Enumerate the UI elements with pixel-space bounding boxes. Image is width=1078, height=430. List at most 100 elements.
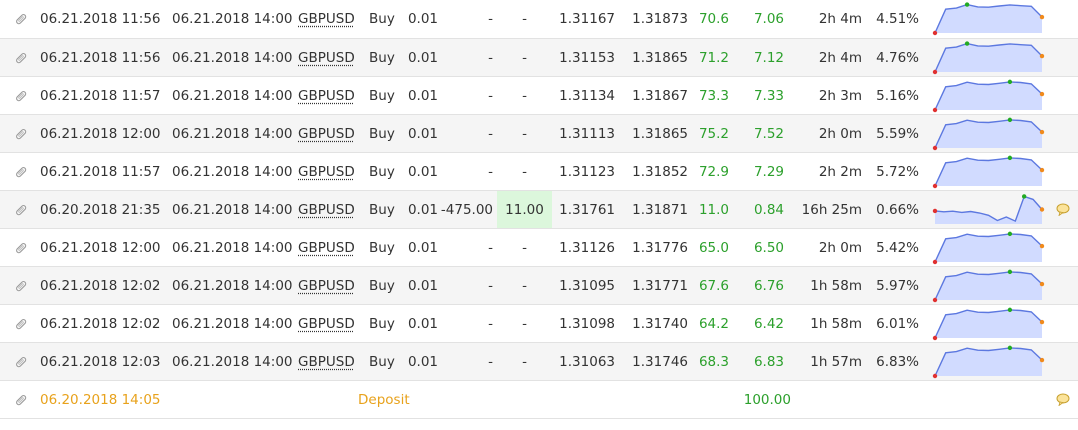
paperclip-icon[interactable] bbox=[12, 77, 30, 114]
paperclip-icon[interactable] bbox=[12, 305, 30, 342]
deposit-row[interactable]: 06.20.2018 14:05 Deposit 100.00 bbox=[0, 381, 1078, 419]
open-price: 1.31113 bbox=[559, 125, 615, 142]
lots: 0.01 bbox=[407, 239, 438, 256]
paperclip-icon[interactable] bbox=[12, 39, 30, 76]
paperclip-icon[interactable] bbox=[12, 153, 30, 190]
close-date: 06.21.2018 14:00 bbox=[172, 163, 293, 180]
lots: 0.01 bbox=[407, 163, 438, 180]
sparkline-peak-point bbox=[964, 40, 970, 46]
open-price: 1.31123 bbox=[559, 163, 615, 180]
paperclip-icon[interactable] bbox=[12, 267, 30, 304]
pips: 68.3 bbox=[698, 353, 729, 370]
open-price: 1.31126 bbox=[559, 239, 615, 256]
pips: 64.2 bbox=[698, 315, 729, 332]
comment-bubble-icon[interactable] bbox=[1056, 203, 1070, 216]
trade-sparkline bbox=[932, 305, 1045, 342]
open-date: 06.21.2018 11:57 bbox=[40, 163, 161, 180]
comment-cell bbox=[1055, 191, 1071, 228]
table-row[interactable]: 06.21.2018 12:02 06.21.2018 14:00 GBPUSD… bbox=[0, 305, 1078, 343]
take-profit: - bbox=[522, 49, 527, 66]
symbol-link[interactable]: GBPUSD bbox=[298, 77, 355, 114]
trade-sparkline bbox=[932, 343, 1045, 380]
gain: 6.83% bbox=[876, 353, 919, 370]
action: Buy bbox=[369, 315, 395, 332]
paperclip-icon[interactable] bbox=[12, 343, 30, 380]
stop-loss: - bbox=[488, 163, 493, 180]
symbol-link[interactable]: GBPUSD bbox=[298, 39, 355, 76]
symbol-link[interactable]: GBPUSD bbox=[298, 343, 355, 380]
deposit-type: Deposit bbox=[358, 391, 410, 408]
close-price: 1.31740 bbox=[632, 315, 688, 332]
action: Buy bbox=[369, 201, 395, 218]
symbol-link[interactable]: GBPUSD bbox=[298, 191, 355, 228]
take-profit: - bbox=[522, 87, 527, 104]
table-row[interactable]: 06.21.2018 11:57 06.21.2018 14:00 GBPUSD… bbox=[0, 77, 1078, 115]
close-date: 06.21.2018 14:00 bbox=[172, 87, 293, 104]
symbol-link[interactable]: GBPUSD bbox=[298, 229, 355, 266]
trade-sparkline bbox=[932, 0, 1045, 38]
table-row[interactable]: 06.21.2018 11:56 06.21.2018 14:00 GBPUSD… bbox=[0, 0, 1078, 39]
lots: 0.01 bbox=[407, 11, 438, 27]
gain: 5.72% bbox=[876, 163, 919, 180]
sparkline-start-point bbox=[932, 145, 938, 150]
close-price: 1.31776 bbox=[632, 239, 688, 256]
close-price: 1.31771 bbox=[632, 277, 688, 294]
table-row[interactable]: 06.21.2018 12:02 06.21.2018 14:00 GBPUSD… bbox=[0, 267, 1078, 305]
comment-cell bbox=[1055, 115, 1071, 152]
table-row[interactable]: 06.21.2018 11:56 06.21.2018 14:00 GBPUSD… bbox=[0, 39, 1078, 77]
table-row[interactable]: 06.21.2018 12:00 06.21.2018 14:00 GBPUSD… bbox=[0, 115, 1078, 153]
symbol-link[interactable]: GBPUSD bbox=[298, 0, 355, 38]
sparkline-area bbox=[935, 196, 1042, 224]
open-price: 1.31167 bbox=[559, 11, 615, 27]
sparkline-peak-point bbox=[1007, 307, 1013, 312]
profit: 6.50 bbox=[753, 239, 784, 256]
paperclip-icon[interactable] bbox=[12, 115, 30, 152]
lots: 0.01 bbox=[407, 87, 438, 104]
sparkline-end-point bbox=[1039, 206, 1045, 212]
trade-sparkline bbox=[932, 77, 1045, 114]
comment-cell bbox=[1055, 77, 1071, 114]
pips: 67.6 bbox=[698, 277, 729, 294]
stop-loss: - bbox=[488, 11, 493, 27]
take-profit: - bbox=[522, 315, 527, 332]
paperclip-icon[interactable] bbox=[12, 229, 30, 266]
symbol-link[interactable]: GBPUSD bbox=[298, 267, 355, 304]
lots: 0.01 bbox=[407, 125, 438, 142]
take-profit: - bbox=[522, 11, 527, 27]
sparkline-peak-point bbox=[964, 2, 970, 7]
action: Buy bbox=[369, 125, 395, 142]
sparkline-start-point bbox=[932, 335, 938, 340]
trade-sparkline bbox=[932, 153, 1045, 190]
symbol-link[interactable]: GBPUSD bbox=[298, 305, 355, 342]
stop-loss: - bbox=[488, 315, 493, 332]
sparkline-peak-point bbox=[1007, 231, 1013, 236]
paperclip-icon[interactable] bbox=[12, 0, 30, 38]
table-row[interactable]: 06.21.2018 12:00 06.21.2018 14:00 GBPUSD… bbox=[0, 229, 1078, 267]
lots: 0.01 bbox=[407, 277, 438, 294]
pips: 75.2 bbox=[698, 125, 729, 142]
take-profit: - bbox=[522, 163, 527, 180]
sparkline-peak-point bbox=[1007, 345, 1013, 350]
table-row[interactable]: 06.20.2018 21:35 06.21.2018 14:00 GBPUSD… bbox=[0, 191, 1078, 229]
paperclip-icon[interactable] bbox=[12, 191, 30, 228]
sparkline-end-point bbox=[1039, 91, 1045, 96]
symbol-link[interactable]: GBPUSD bbox=[298, 153, 355, 190]
open-price: 1.31095 bbox=[559, 277, 615, 294]
trade-sparkline bbox=[932, 229, 1045, 266]
paperclip-icon[interactable] bbox=[12, 381, 30, 418]
close-date: 06.21.2018 14:00 bbox=[172, 277, 293, 294]
comment-bubble-icon[interactable] bbox=[1056, 393, 1070, 406]
sparkline-end-point bbox=[1039, 319, 1045, 324]
close-date: 06.21.2018 14:00 bbox=[172, 125, 293, 142]
stop-loss: - bbox=[488, 87, 493, 104]
table-row[interactable]: 06.21.2018 12:03 06.21.2018 14:00 GBPUSD… bbox=[0, 343, 1078, 381]
duration: 2h 0m bbox=[818, 239, 862, 256]
duration: 2h 4m bbox=[818, 49, 862, 66]
table-row[interactable]: 06.21.2018 11:57 06.21.2018 14:00 GBPUSD… bbox=[0, 153, 1078, 191]
close-date: 06.21.2018 14:00 bbox=[172, 353, 293, 370]
sparkline-start-point bbox=[932, 297, 938, 302]
symbol-link[interactable]: GBPUSD bbox=[298, 115, 355, 152]
open-date: 06.20.2018 21:35 bbox=[40, 201, 161, 218]
pips: 71.2 bbox=[698, 49, 729, 66]
close-date: 06.21.2018 14:00 bbox=[172, 201, 293, 218]
